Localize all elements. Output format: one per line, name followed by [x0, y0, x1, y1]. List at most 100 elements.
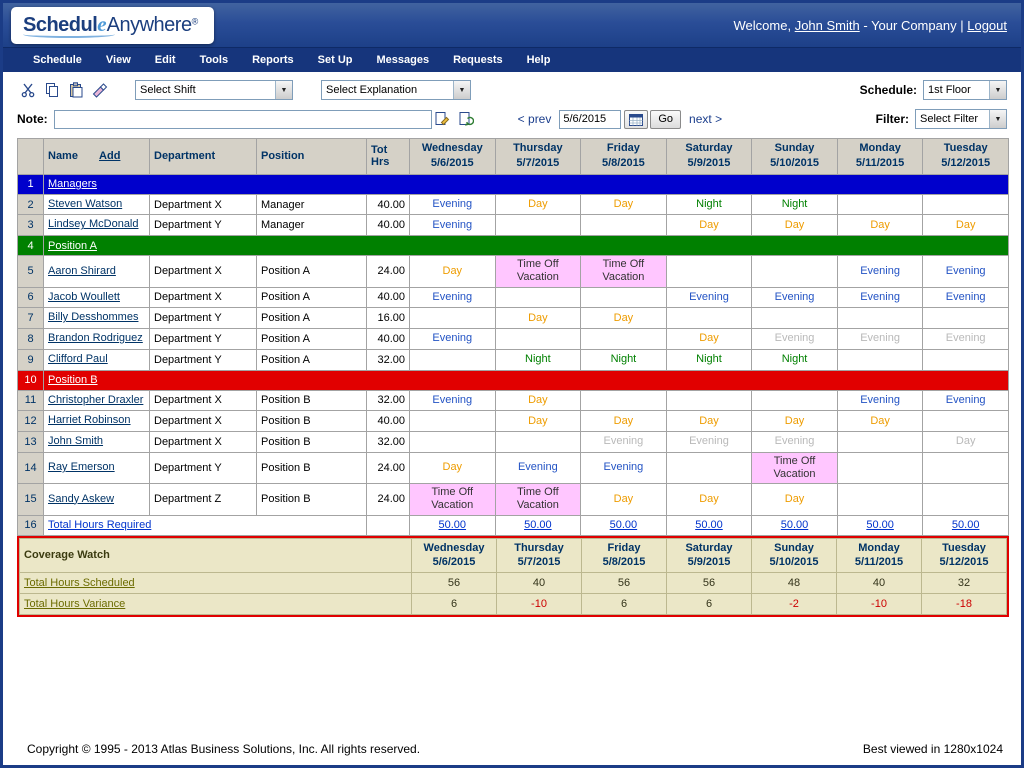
shift-cell[interactable] — [665, 307, 753, 330]
required-hours-link[interactable]: 50.00 — [781, 519, 809, 531]
schedule-select[interactable]: 1st Floor ▼ — [923, 80, 1007, 100]
shift-cell[interactable]: Time Off Vacation — [580, 255, 667, 288]
shift-cell[interactable] — [836, 193, 924, 216]
user-link[interactable]: John Smith — [795, 18, 860, 33]
shift-cell[interactable]: Night — [751, 193, 838, 216]
shift-cell[interactable]: Day — [751, 483, 838, 516]
shift-cell[interactable]: Day — [409, 451, 496, 485]
shift-cell[interactable] — [922, 451, 1009, 485]
shift-cell[interactable]: Day — [665, 328, 753, 350]
group-link[interactable]: Position A — [48, 240, 97, 252]
employee-link[interactable]: Billy Desshommes — [48, 311, 138, 323]
shift-cell[interactable]: Evening — [751, 328, 838, 350]
required-hours-link[interactable]: 50.00 — [439, 519, 467, 531]
shift-cell[interactable] — [751, 307, 838, 330]
total-hours-required-link[interactable]: Total Hours Required — [48, 519, 151, 531]
shift-cell[interactable] — [409, 431, 496, 453]
employee-link[interactable]: Brandon Rodriguez — [48, 332, 143, 344]
go-button[interactable]: Go — [650, 109, 682, 129]
menu-item-tools[interactable]: Tools — [200, 54, 229, 66]
shift-cell[interactable] — [580, 389, 667, 412]
shift-cell[interactable] — [409, 410, 496, 433]
shift-cell[interactable]: Evening — [836, 255, 924, 288]
shift-cell[interactable]: Evening — [494, 451, 582, 485]
required-hours-link[interactable]: 50.00 — [524, 519, 552, 531]
explanation-select[interactable]: Select Explanation ▼ — [321, 80, 471, 100]
shift-cell[interactable]: Evening — [836, 286, 924, 309]
shift-cell[interactable]: Day — [751, 214, 838, 237]
edit-note-icon[interactable] — [432, 110, 453, 129]
shift-cell[interactable]: Night — [751, 348, 838, 371]
paste-icon[interactable] — [65, 81, 86, 100]
shift-cell[interactable]: Evening — [409, 328, 496, 350]
shift-cell[interactable] — [922, 193, 1009, 216]
cut-icon[interactable] — [17, 81, 38, 100]
shift-cell[interactable]: Day — [494, 389, 582, 412]
employee-link[interactable]: Sandy Askew — [48, 493, 114, 505]
add-link[interactable]: Add — [99, 150, 120, 162]
shift-cell[interactable]: Evening — [922, 255, 1009, 288]
shift-cell[interactable]: Time Off Vacation — [494, 255, 582, 288]
shift-cell[interactable]: Day — [665, 214, 753, 237]
shift-cell[interactable]: Evening — [580, 431, 667, 453]
shift-cell[interactable]: Evening — [922, 286, 1009, 309]
employee-link[interactable]: Lindsey McDonald — [48, 218, 139, 230]
note-input[interactable] — [53, 109, 432, 129]
shift-cell[interactable]: Evening — [922, 389, 1009, 412]
employee-link[interactable]: Aaron Shirard — [48, 265, 116, 277]
menu-item-schedule[interactable]: Schedule — [33, 54, 82, 66]
group-link[interactable]: Position B — [48, 374, 98, 386]
shift-cell[interactable] — [409, 307, 496, 330]
shift-cell[interactable] — [494, 328, 582, 350]
shift-cell[interactable]: Night — [665, 193, 753, 216]
employee-link[interactable]: John Smith — [48, 435, 103, 447]
employee-link[interactable]: Harriet Robinson — [48, 414, 131, 426]
shift-select[interactable]: Select Shift ▼ — [135, 80, 293, 100]
shift-cell[interactable]: Evening — [580, 451, 667, 485]
shift-cell[interactable]: Time Off Vacation — [494, 483, 582, 516]
shift-cell[interactable] — [922, 348, 1009, 371]
shift-cell[interactable] — [836, 483, 924, 516]
date-input[interactable] — [559, 109, 622, 129]
required-hours-link[interactable]: 50.00 — [866, 519, 894, 531]
shift-cell[interactable] — [922, 410, 1009, 433]
shift-cell[interactable]: Day — [494, 193, 582, 216]
shift-cell[interactable] — [494, 214, 582, 237]
menu-item-view[interactable]: View — [106, 54, 131, 66]
shift-cell[interactable] — [836, 451, 924, 485]
menu-item-reports[interactable]: Reports — [252, 54, 294, 66]
refresh-note-icon[interactable] — [456, 110, 477, 129]
shift-cell[interactable] — [665, 451, 753, 485]
shift-cell[interactable]: Evening — [836, 389, 924, 412]
shift-cell[interactable]: Day — [580, 307, 667, 330]
shift-cell[interactable]: Night — [580, 348, 667, 371]
logout-link[interactable]: Logout — [967, 18, 1007, 33]
shift-cell[interactable]: Day — [665, 410, 753, 433]
copy-icon[interactable] — [41, 81, 62, 100]
shift-cell[interactable] — [580, 286, 667, 309]
shift-cell[interactable]: Day — [580, 193, 667, 216]
menu-item-set-up[interactable]: Set Up — [318, 54, 353, 66]
shift-cell[interactable]: Time Off Vacation — [409, 483, 496, 516]
coverage-row-link[interactable]: Total Hours Scheduled — [24, 577, 135, 589]
shift-cell[interactable] — [494, 286, 582, 309]
required-hours-link[interactable]: 50.00 — [695, 519, 723, 531]
coverage-row-link[interactable]: Total Hours Variance — [24, 598, 125, 610]
shift-cell[interactable]: Time Off Vacation — [751, 451, 838, 485]
shift-cell[interactable]: Day — [751, 410, 838, 433]
eraser-icon[interactable] — [89, 81, 110, 100]
shift-cell[interactable]: Day — [836, 410, 924, 433]
shift-cell[interactable]: Day — [922, 431, 1009, 453]
shift-cell[interactable] — [922, 483, 1009, 516]
shift-cell[interactable]: Evening — [665, 431, 753, 453]
shift-cell[interactable]: Day — [494, 410, 582, 433]
employee-link[interactable]: Ray Emerson — [48, 461, 115, 473]
employee-link[interactable]: Clifford Paul — [48, 353, 108, 365]
shift-cell[interactable]: Day — [580, 410, 667, 433]
shift-cell[interactable]: Night — [665, 348, 753, 371]
employee-link[interactable]: Jacob Woullett — [48, 291, 120, 303]
employee-link[interactable]: Steven Watson — [48, 198, 122, 210]
shift-cell[interactable] — [836, 307, 924, 330]
shift-cell[interactable]: Evening — [409, 214, 496, 237]
shift-cell[interactable] — [409, 348, 496, 371]
